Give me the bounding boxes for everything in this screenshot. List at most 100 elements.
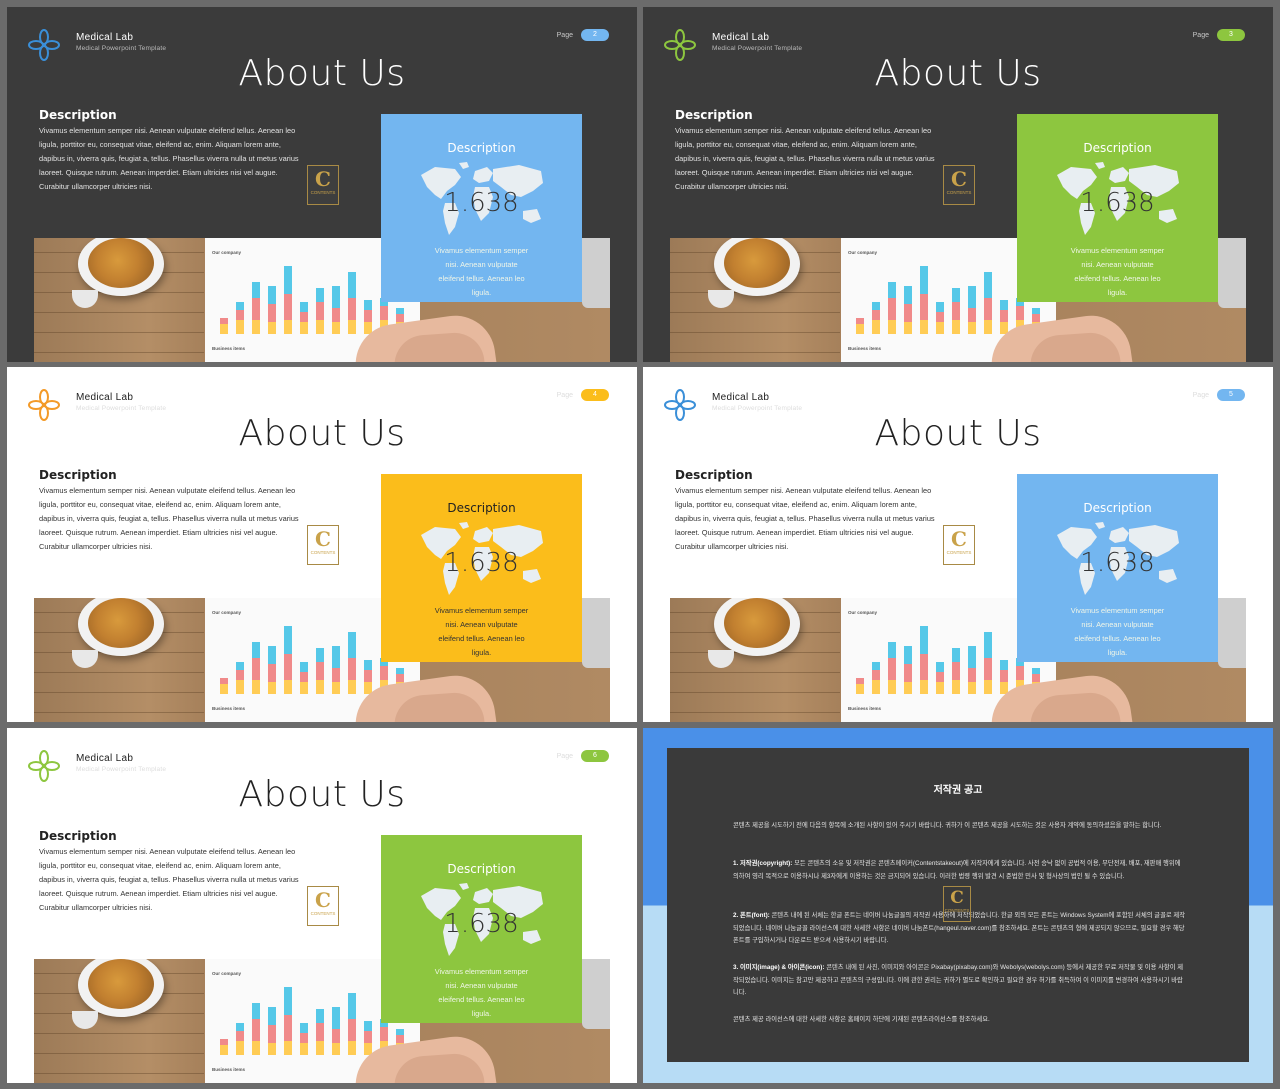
logo-petal xyxy=(44,761,60,771)
report-bar-segment xyxy=(268,286,276,304)
card-text-line: ligula. xyxy=(471,1009,492,1018)
report-bar-segment xyxy=(952,662,960,680)
card-title: Description xyxy=(1083,141,1152,155)
description-line: Vivamus elementum semper nisi. Aenean vu… xyxy=(675,486,932,495)
report-bar-segment xyxy=(348,272,356,298)
notice-section-label: 1. 저작권(copyright): xyxy=(733,860,793,867)
description-body: Vivamus elementum semper nisi. Aenean vu… xyxy=(675,124,975,194)
report-bar-segment xyxy=(332,668,340,682)
report-bar-segment xyxy=(220,1045,228,1055)
brand-block: Medical Lab Medical Powerpoint Template xyxy=(712,32,802,52)
description-line: ligula, porttitor eu, consequat vitae, e… xyxy=(39,140,281,149)
description-line: dapibus in, viverra quis, feugiat a, tel… xyxy=(675,154,935,163)
report-bar-segment xyxy=(920,266,928,294)
report-bar-segment xyxy=(316,648,324,662)
page-number-badge: 4 xyxy=(581,389,609,401)
slide-title: About Us xyxy=(874,413,1042,454)
contents-stamp-logo: C CONTENTS xyxy=(307,886,339,926)
report-bar-segment xyxy=(332,646,340,668)
page-indicator: Page 6 xyxy=(557,750,609,762)
brand-name: Medical Lab xyxy=(76,753,134,764)
report-bar-segment xyxy=(348,320,356,334)
page-indicator: Page 4 xyxy=(557,389,609,401)
report-bar-segment xyxy=(904,664,912,682)
wood-grain xyxy=(34,312,204,313)
description-line: ligula, porttitor eu, consequat vitae, e… xyxy=(675,500,917,509)
description-line: ligula, porttitor eu, consequat vitae, e… xyxy=(39,861,281,870)
card-text: Vivamus elementum semper nisi. Aenean vul… xyxy=(1061,244,1174,300)
report-bar-segment xyxy=(316,662,324,680)
brand-name: Medical Lab xyxy=(712,392,770,403)
continent-shape xyxy=(1109,527,1129,543)
brand-name: Medical Lab xyxy=(76,392,134,403)
report-bar-segment xyxy=(968,322,976,334)
report-bar-segment xyxy=(968,308,976,322)
about-us-slide: Medical Lab Medical Powerpoint Template Pa… xyxy=(7,7,637,362)
report-bar-segment xyxy=(904,322,912,334)
contents-stamp-logo: C CONTENTS xyxy=(943,165,975,205)
report-bar-segment xyxy=(348,1041,356,1055)
report-bar-segment xyxy=(332,1007,340,1029)
stamp-text: CONTENTS xyxy=(944,908,970,913)
page-indicator: Page 5 xyxy=(1193,389,1245,401)
description-line: Curabitur ullamcorper ultricies nisi. xyxy=(39,542,153,551)
report-bar-segment xyxy=(236,310,244,320)
report-bar-segment xyxy=(284,320,292,334)
report-bar-segment xyxy=(236,1023,244,1031)
page-label: Page xyxy=(556,31,573,39)
description-line: Vivamus elementum semper nisi. Aenean vu… xyxy=(39,847,296,856)
report-bar-segment xyxy=(284,1015,292,1041)
report-bar-segment xyxy=(952,302,960,320)
stamp-letter: C xyxy=(315,527,331,551)
continent-shape xyxy=(1109,167,1129,183)
report-bar-segment xyxy=(1032,668,1040,674)
report-bar-segment xyxy=(396,1035,404,1043)
description-heading: Description xyxy=(675,108,753,122)
report-bar-segment xyxy=(268,1025,276,1043)
report-bar-segment xyxy=(300,1033,308,1043)
report-bar-segment xyxy=(1032,314,1040,322)
copyright-notice-slide: 저작권 공고 콘텐츠 제공을 시도하기 전에 다음의 항목에 소개된 사항이 있… xyxy=(643,728,1273,1083)
report-bar-segment xyxy=(936,682,944,694)
report-bar-segment xyxy=(364,670,372,682)
report-bar-segment xyxy=(348,632,356,658)
continent-shape xyxy=(1095,162,1105,169)
contents-stamp-logo: C CONTENTS xyxy=(943,886,971,922)
report-bar-segment xyxy=(252,642,260,658)
description-card: Description 1.638 Vivamus elementum semper… xyxy=(1017,474,1218,662)
report-bar-segment xyxy=(252,1019,260,1041)
laptop-corner xyxy=(582,238,610,308)
report-bar-segment xyxy=(236,1041,244,1055)
continent-shape xyxy=(1095,522,1105,529)
logo-petal xyxy=(680,400,696,410)
report-bar-segment xyxy=(284,266,292,294)
report-bar-segment xyxy=(268,1007,276,1025)
notice-title: 저작권 공고 xyxy=(933,785,983,796)
report-bar-segment xyxy=(348,1019,356,1041)
stamp-letter: C xyxy=(950,888,964,908)
report-bar-segment xyxy=(984,632,992,658)
report-bar-segment xyxy=(1016,306,1024,320)
laptop-corner xyxy=(1218,238,1246,308)
report-bar-segment xyxy=(252,1003,260,1019)
description-line: Curabitur ullamcorper ultricies nisi. xyxy=(39,182,153,191)
contents-stamp-logo: C CONTENTS xyxy=(307,165,339,205)
description-line: laoreet. Quisque rutrum. Aenean imperdie… xyxy=(39,528,278,537)
notice-intro: 콘텐츠 제공을 시도하기 전에 다음의 항목에 소개된 사항이 있어 주시기 바… xyxy=(733,822,1162,829)
report-bar-segment xyxy=(252,658,260,680)
logo-petal xyxy=(28,761,44,771)
report-bar-segment xyxy=(332,682,340,694)
card-text: Vivamus elementum semper nisi. Aenean vul… xyxy=(425,965,538,1021)
card-text-line: nisi. Aenean vulputate xyxy=(1081,620,1154,629)
description-body: Vivamus elementum semper nisi. Aenean vu… xyxy=(39,124,339,194)
report-footer: Business items xyxy=(212,1067,246,1072)
report-bar-segment xyxy=(284,654,292,680)
report-bar-segment xyxy=(872,320,880,334)
report-bar-segment xyxy=(268,304,276,322)
report-bar-segment xyxy=(968,668,976,682)
about-us-slide: Medical Lab Medical Powerpoint Template Pa… xyxy=(643,367,1273,722)
report-bar-segment xyxy=(316,680,324,694)
report-bar-segment xyxy=(364,1021,372,1031)
report-bar-segment xyxy=(888,642,896,658)
report-bar-segment xyxy=(920,320,928,334)
